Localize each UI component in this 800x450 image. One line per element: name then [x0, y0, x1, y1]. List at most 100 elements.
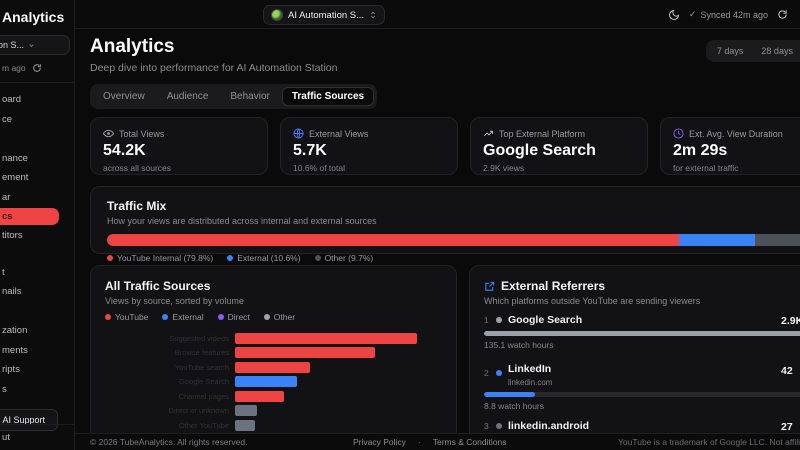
- legend-item: Other (9.7%): [314, 253, 373, 263]
- traffic-mix-legend: YouTube Internal (79.8%) External (10.6%…: [107, 253, 800, 263]
- referrer-bar: [484, 392, 800, 397]
- app-window: Analytics mation S... m ago oard ce nanc…: [0, 0, 800, 450]
- traffic-mix-stacked-bar: [107, 234, 800, 246]
- traffic-mix-card: Traffic Mix How your views are distribut…: [90, 186, 800, 263]
- traffic-mix-title: Traffic Mix: [107, 199, 167, 213]
- sidebar-item[interactable]: nails: [0, 282, 74, 302]
- tab-overview[interactable]: Overview: [93, 87, 155, 106]
- sidebar-item[interactable]: oard: [0, 90, 74, 110]
- bar-row: Suggested videos: [105, 331, 442, 346]
- referrer-domain: linkedin.com: [508, 378, 553, 387]
- sidebar-item-active[interactable]: cs: [0, 208, 59, 225]
- tab-traffic-sources[interactable]: Traffic Sources: [281, 87, 375, 106]
- channel-selector[interactable]: AI Automation S...: [263, 5, 386, 25]
- referrer-row[interactable]: 1 Google Search 2.9K 135.1 watch hours: [484, 314, 800, 350]
- sidebar-item[interactable]: zation: [0, 321, 74, 341]
- sidebar-item[interactable]: ments: [0, 341, 74, 361]
- bar-row: Google Search: [105, 375, 442, 390]
- sidebar-item[interactable]: [0, 129, 74, 149]
- sidebar-bottom-item[interactable]: ut: [0, 424, 74, 450]
- tab-behavior[interactable]: Behavior: [220, 87, 279, 106]
- stat-label: Top External Platform: [499, 128, 586, 139]
- legend-item: External: [162, 312, 204, 322]
- traffic-mix-subtitle: How your views are distributed across in…: [107, 216, 377, 226]
- referrer-value: 2.9K: [781, 315, 800, 327]
- all-traffic-sources-card: All Traffic Sources Views by source, sor…: [90, 265, 457, 450]
- trending-up-icon: [484, 130, 494, 137]
- referrer-dot: [496, 317, 502, 323]
- refresh-icon[interactable]: [777, 9, 788, 20]
- channel-name-fragment: mation S...: [0, 40, 25, 50]
- legend-item: Direct: [217, 312, 250, 322]
- sidebar-item[interactable]: nance: [0, 149, 74, 169]
- page-subtitle: Deep dive into performance for AI Automa…: [90, 62, 338, 74]
- privacy-policy-link[interactable]: Privacy Policy: [353, 437, 406, 447]
- legend-item: Other: [263, 312, 295, 322]
- legend-item: External (10.6%): [227, 253, 301, 263]
- page-title: Analytics: [90, 36, 175, 57]
- sidebar-item[interactable]: ce: [0, 110, 74, 130]
- sidebar-nav: oard ce nance ement ar cs titors t nails…: [0, 90, 74, 399]
- eye-icon: [103, 129, 114, 138]
- sidebar-divider: [0, 82, 74, 83]
- legend-dot: [227, 255, 234, 261]
- chevron-updown-icon: [371, 11, 376, 19]
- chevron-down-icon: [29, 43, 34, 47]
- copyright: © 2026 TubeAnalytics. All rights reserve…: [90, 437, 248, 447]
- range-28-days[interactable]: 28 days: [753, 43, 800, 59]
- referrer-dot: [496, 370, 502, 376]
- stat-card-external-views: External Views 5.7K 10.6% of total: [280, 117, 458, 175]
- moon-icon[interactable]: [668, 9, 680, 21]
- stat-value: 54.2K: [103, 142, 146, 159]
- stat-subtext: 10.6% of total: [293, 163, 345, 173]
- sources-subtitle: Views by source, sorted by volume: [105, 296, 244, 306]
- footer-separator: ·: [417, 437, 421, 447]
- sync-status: ✓ Synced 42m ago: [688, 9, 768, 20]
- referrers-list: 1 Google Search 2.9K 135.1 watch hours 2: [484, 314, 800, 450]
- sidebar-item[interactable]: [0, 302, 74, 322]
- stat-value: 2m 29s: [673, 142, 728, 159]
- referrer-dot: [496, 423, 502, 429]
- sources-legend: YouTube External Direct Other: [105, 312, 442, 322]
- stat-card-total-views: Total Views 54.2K across all sources: [90, 117, 268, 175]
- bar-row: Direct or unknown: [105, 404, 442, 419]
- globe-icon: [293, 128, 304, 139]
- legend-dot: [105, 314, 111, 320]
- analytics-tabs: Overview Audience Behavior Traffic Sourc…: [90, 84, 378, 109]
- referrer-value: 27: [781, 421, 793, 433]
- sidebar-item[interactable]: s: [0, 380, 74, 400]
- legend-dot: [107, 255, 113, 261]
- sources-title: All Traffic Sources: [105, 279, 211, 293]
- channel-name: AI Automation S...: [288, 9, 365, 21]
- stat-subtext: across all sources: [103, 163, 172, 173]
- sidebar-channel-selector[interactable]: mation S...: [0, 35, 70, 55]
- sidebar-item[interactable]: ement: [0, 168, 74, 188]
- legend-dot: [217, 314, 224, 320]
- stat-card-top-platform: Top External Platform Google Search 2.9K…: [470, 117, 648, 175]
- sidebar-sync-fragment: m ago: [2, 63, 26, 73]
- sidebar-item[interactable]: ar: [0, 188, 74, 208]
- terms-link[interactable]: Terms & Conditions: [433, 437, 507, 447]
- legend-item: YouTube: [105, 312, 148, 322]
- topbar: AI Automation S... ✓ Synced 42m ago: [75, 0, 800, 29]
- legend-item: YouTube Internal (79.8%): [107, 253, 213, 263]
- range-7-days[interactable]: 7 days: [709, 43, 752, 59]
- bar-row: Other YouTube: [105, 418, 442, 433]
- sidebar-item[interactable]: titors: [0, 226, 74, 246]
- tab-audience[interactable]: Audience: [157, 87, 219, 106]
- date-range-selector: 7 days 28 days 90 days 1 year: [705, 40, 800, 62]
- app-logo: Analytics: [2, 9, 65, 25]
- referrers-title: External Referrers: [501, 279, 606, 293]
- clock-icon: [673, 128, 684, 139]
- bar-row: Channel pages: [105, 389, 442, 404]
- referrer-row[interactable]: 2 LinkedIn linkedin.com 42 8.8 watch hou…: [484, 359, 800, 411]
- stat-label: Ext. Avg. View Duration: [689, 128, 783, 139]
- main-content: Analytics Deep dive into performance for…: [75, 29, 800, 450]
- referrer-value: 42: [781, 365, 793, 377]
- refresh-icon[interactable]: [32, 63, 42, 73]
- check-icon: ✓: [688, 9, 697, 19]
- sidebar-item[interactable]: t: [0, 263, 74, 283]
- bar-row: YouTube search: [105, 360, 442, 375]
- sidebar-item[interactable]: ripts: [0, 360, 74, 380]
- legend-dot: [162, 314, 169, 320]
